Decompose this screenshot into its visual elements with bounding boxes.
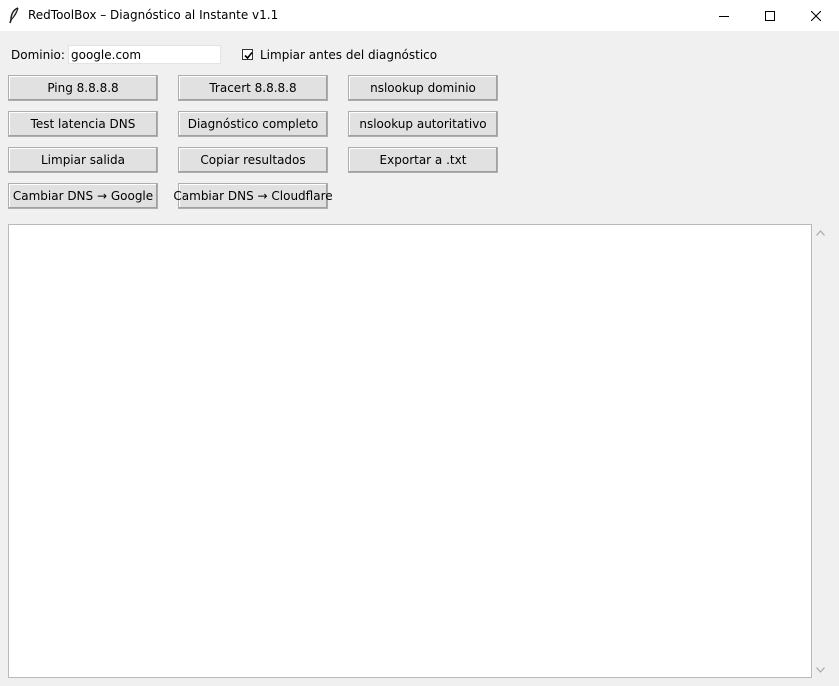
tracert-button[interactable]: Tracert 8.8.8.8 <box>178 75 328 101</box>
domain-field[interactable] <box>68 45 221 64</box>
title-bar: RedToolBox – Diagnóstico al Instante v1.… <box>0 0 839 31</box>
close-button[interactable] <box>793 0 839 31</box>
window-title: RedToolBox – Diagnóstico al Instante v1.… <box>28 8 279 22</box>
clear-before-checkbox[interactable] <box>242 49 253 60</box>
clear-before-label: Limpiar antes del diagnóstico <box>260 48 438 62</box>
maximize-icon <box>765 10 775 21</box>
chevron-down-icon <box>816 666 825 673</box>
scroll-down-button[interactable] <box>812 661 829 678</box>
domain-input[interactable] <box>69 46 220 63</box>
maximize-button[interactable] <box>747 0 793 31</box>
nslookup-domain-button[interactable]: nslookup dominio <box>348 75 498 101</box>
checkmark-icon <box>244 51 253 60</box>
dns-cloudflare-button[interactable]: Cambiar DNS → Cloudflare <box>173 183 333 209</box>
minimize-icon <box>719 15 729 17</box>
full-diagnostic-button[interactable]: Diagnóstico completo <box>178 111 328 137</box>
nslookup-authoritative-button[interactable]: nslookup autoritativo <box>348 111 498 137</box>
close-icon <box>811 10 821 21</box>
export-txt-button[interactable]: Exportar a .txt <box>348 147 498 173</box>
chevron-up-icon <box>816 229 825 236</box>
ping-button[interactable]: Ping 8.8.8.8 <box>8 75 158 101</box>
output-scrollbar[interactable] <box>812 224 829 678</box>
clear-output-button[interactable]: Limpiar salida <box>8 147 158 173</box>
dns-google-button[interactable]: Cambiar DNS → Google <box>8 183 158 209</box>
dns-latency-button[interactable]: Test latencia DNS <box>8 111 158 137</box>
scroll-up-button[interactable] <box>812 224 829 241</box>
copy-results-button[interactable]: Copiar resultados <box>178 147 328 173</box>
minimize-button[interactable] <box>701 0 747 31</box>
feather-icon <box>9 7 19 24</box>
domain-label: Dominio: <box>11 48 65 62</box>
output-textarea[interactable] <box>8 224 812 678</box>
